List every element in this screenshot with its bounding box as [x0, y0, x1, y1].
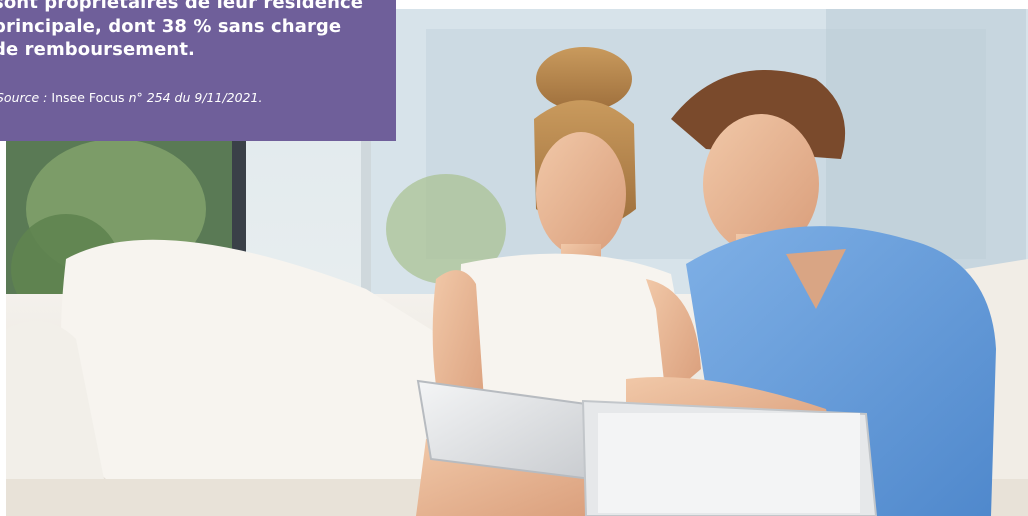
page: sont propriétaires de leur résidence pri… [0, 0, 1028, 516]
source-reference: n° 254 du 9/11/2021. [128, 90, 263, 105]
callout-line-3: de remboursement. [0, 39, 195, 60]
source-label: Source : [0, 90, 48, 105]
callout-line-1: sont propriétaires de leur résidence [0, 0, 364, 13]
callout-statement: sont propriétaires de leur résidence pri… [0, 0, 383, 62]
source-name: Insee Focus [51, 90, 125, 105]
statistic-callout: sont propriétaires de leur résidence pri… [0, 0, 396, 141]
callout-source: Source : Insee Focus n° 254 du 9/11/2021… [0, 90, 262, 105]
callout-line-2: principale, dont 38 % sans charge [0, 15, 342, 37]
